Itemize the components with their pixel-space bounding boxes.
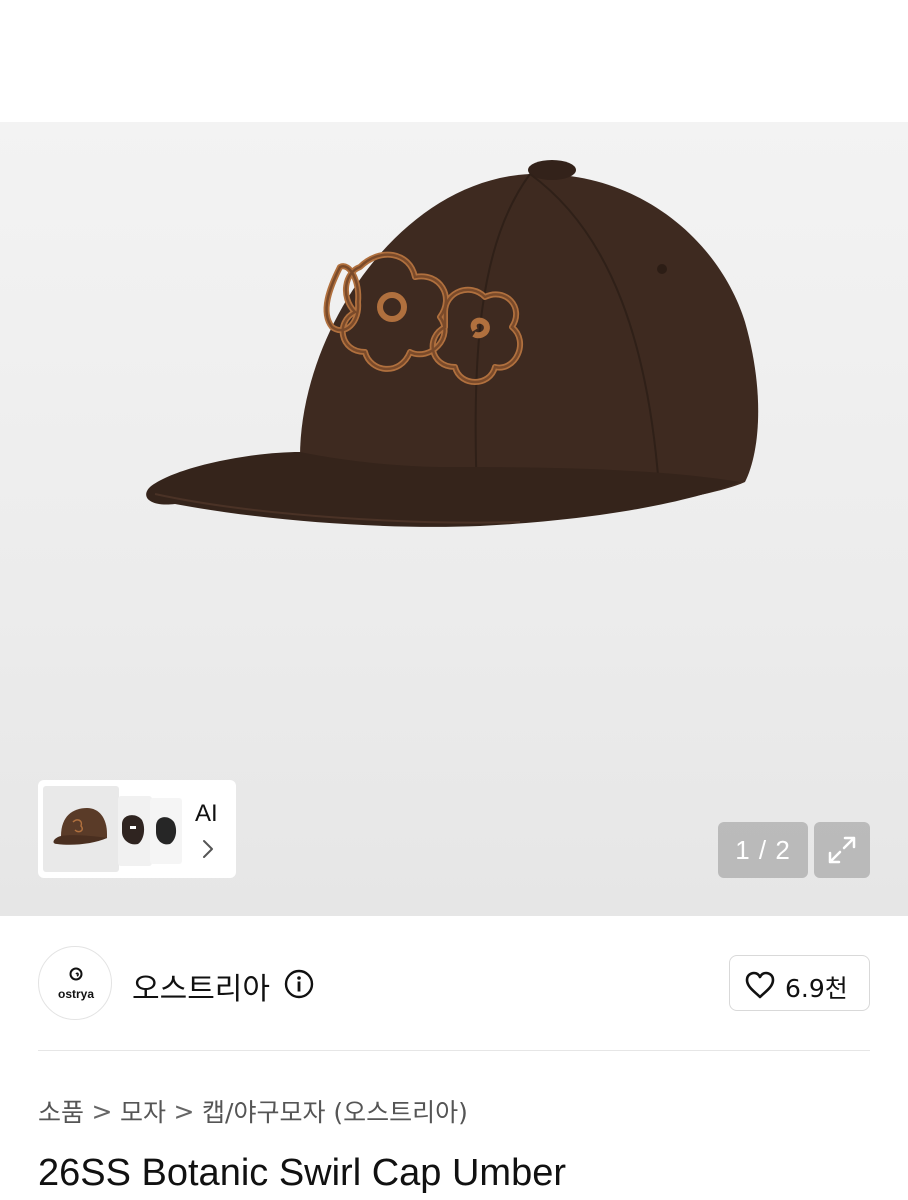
top-bar <box>0 0 908 122</box>
like-count: 6.9천 <box>785 974 848 1003</box>
breadcrumb-separator: > <box>173 1096 195 1126</box>
breadcrumb-item-current[interactable]: 캡/야구모자 (오스트리아) <box>202 1093 468 1129</box>
breadcrumb-item-subcategory[interactable]: 모자 <box>120 1093 166 1129</box>
cap-thumbnail-icon <box>53 808 107 845</box>
seller-name[interactable]: 오스트리아 <box>132 964 270 1008</box>
info-icon[interactable] <box>284 969 314 999</box>
thumbnail-3[interactable] <box>150 798 182 864</box>
thumbnail-main[interactable] <box>43 786 119 872</box>
seller-logo-text: ostrya <box>57 987 95 1001</box>
ai-label: AI <box>195 800 218 827</box>
seller-logo[interactable]: ostrya <box>38 946 112 1020</box>
product-title: 26SS Botanic Swirl Cap Umber <box>38 1152 566 1194</box>
heart-outline-icon <box>745 971 775 999</box>
breadcrumb-separator: > <box>91 1096 113 1126</box>
breadcrumb: 소품 > 모자 > 캡/야구모자 (오스트리아) <box>38 1094 468 1128</box>
page-indicator: 1 / 2 <box>718 822 808 878</box>
like-button[interactable]: 6.9천 <box>729 955 870 1011</box>
swirl-logo-icon <box>69 967 83 981</box>
product-image-gallery[interactable]: AI 1 / 2 <box>0 122 908 916</box>
chevron-right-icon[interactable] <box>201 838 215 860</box>
cap-thumbnail-icon <box>122 815 145 845</box>
cap-thumbnail-icon <box>156 817 177 845</box>
expand-button[interactable] <box>814 822 870 878</box>
ai-thumbnail-strip[interactable]: AI <box>38 780 236 878</box>
divider <box>38 1050 870 1051</box>
seller-row: ostrya 오스트리아 6.9천 <box>0 916 908 1050</box>
expand-arrows-icon <box>828 836 856 864</box>
thumbnail-2[interactable] <box>118 796 152 866</box>
breadcrumb-item-category[interactable]: 소품 <box>38 1093 84 1129</box>
